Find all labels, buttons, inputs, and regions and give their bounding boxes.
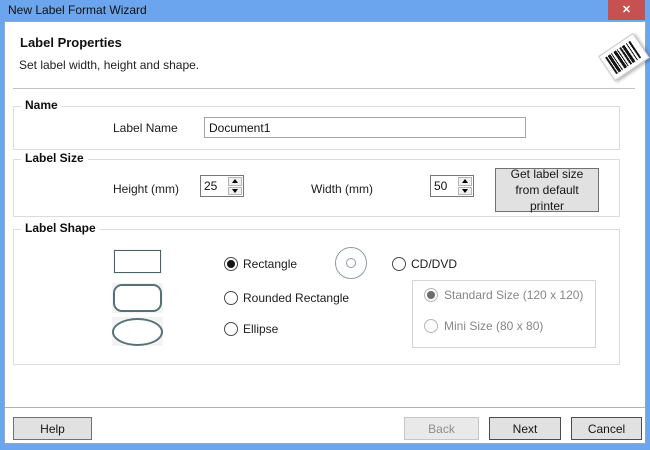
- page-title: Label Properties: [20, 35, 122, 50]
- radio-cd-dvd-label[interactable]: CD/DVD: [411, 257, 457, 271]
- radio-mini-size-label: Mini Size (80 x 80): [444, 319, 543, 333]
- height-label: Height (mm): [113, 182, 179, 196]
- titlebar[interactable]: New Label Format Wizard: [0, 0, 650, 22]
- radio-rectangle[interactable]: [224, 257, 238, 271]
- close-icon: ✕: [622, 5, 631, 16]
- width-input[interactable]: [431, 176, 460, 196]
- size-group-title: Label Size: [21, 151, 88, 165]
- radio-mini-size: [424, 319, 438, 333]
- dialog-window: New Label Format Wizard ✕ Label Properti…: [0, 0, 650, 450]
- height-up-button[interactable]: [228, 177, 242, 186]
- width-down-button[interactable]: [458, 187, 472, 196]
- header-separator: [13, 88, 635, 89]
- width-label: Width (mm): [311, 182, 373, 196]
- close-button[interactable]: ✕: [608, 0, 645, 20]
- width-up-button[interactable]: [458, 177, 472, 186]
- help-button[interactable]: Help: [13, 417, 92, 440]
- label-name-input[interactable]: [204, 117, 526, 138]
- radio-standard-size-label: Standard Size (120 x 120): [444, 288, 583, 302]
- up-arrow-icon: [232, 179, 238, 183]
- radio-ellipse-label[interactable]: Ellipse: [243, 322, 278, 336]
- cd-dvd-preview-icon: [335, 247, 367, 279]
- radio-ellipse[interactable]: [224, 322, 238, 336]
- up-arrow-icon: [462, 179, 468, 183]
- width-stepper[interactable]: [430, 175, 474, 197]
- height-down-button[interactable]: [228, 187, 242, 196]
- radio-standard-size: [424, 288, 438, 302]
- get-label-size-button[interactable]: Get label size from default printer: [495, 168, 599, 212]
- back-button: Back: [404, 417, 479, 440]
- radio-cd-dvd[interactable]: [392, 257, 406, 271]
- height-stepper[interactable]: [200, 175, 244, 197]
- rounded-rectangle-preview-icon: [112, 283, 163, 313]
- next-button[interactable]: Next: [489, 417, 561, 440]
- rectangle-preview-icon: [113, 249, 162, 274]
- cancel-button[interactable]: Cancel: [571, 417, 642, 440]
- ellipse-preview-icon: [112, 317, 163, 346]
- shape-group-title: Label Shape: [21, 221, 100, 235]
- down-arrow-icon: [462, 189, 468, 193]
- radio-rectangle-label[interactable]: Rectangle: [243, 257, 297, 271]
- footer-separator: [5, 407, 645, 408]
- down-arrow-icon: [232, 189, 238, 193]
- height-input[interactable]: [201, 176, 230, 196]
- radio-rounded-rectangle-label[interactable]: Rounded Rectangle: [243, 291, 349, 305]
- window-title: New Label Format Wizard: [8, 3, 147, 17]
- radio-rounded-rectangle[interactable]: [224, 291, 238, 305]
- page-subtitle: Set label width, height and shape.: [19, 58, 199, 72]
- name-group-title: Name: [21, 98, 62, 112]
- label-name-label: Label Name: [113, 121, 178, 135]
